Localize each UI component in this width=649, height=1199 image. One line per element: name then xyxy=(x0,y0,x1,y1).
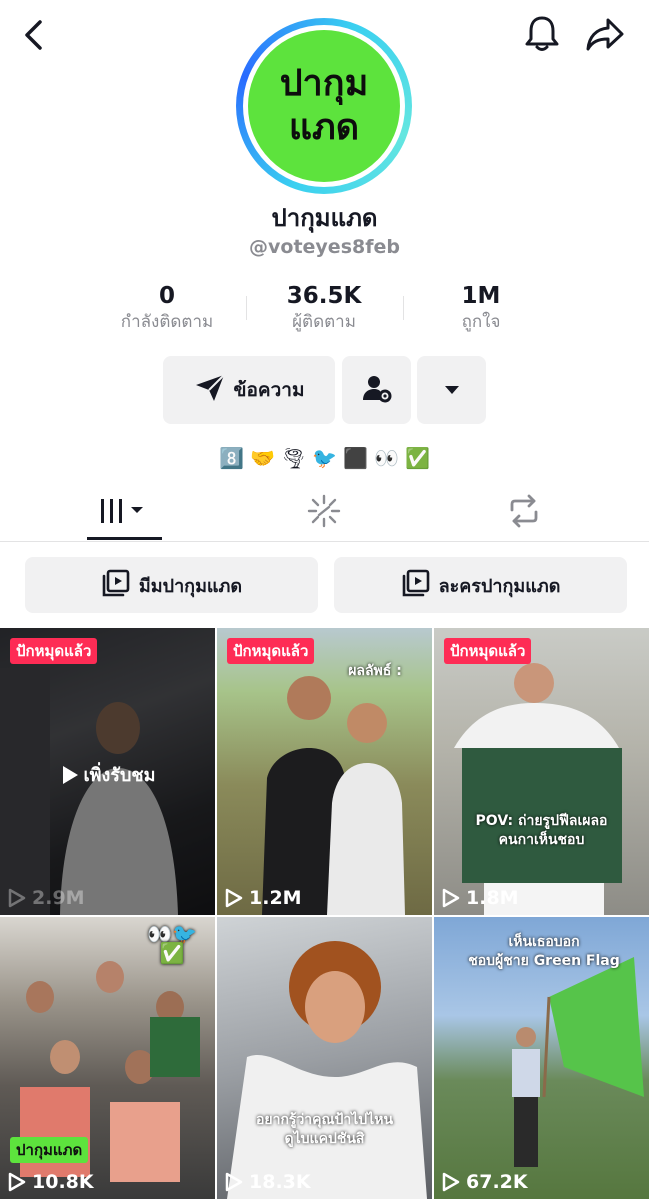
playlist-label: มีมปากุมแภด xyxy=(138,575,243,597)
video-grid: ปักหมุดแล้ว เพิ่งรับชม 2.9M ปักหมุดแล้ว … xyxy=(0,628,649,1199)
pinned-badge: ปักหมุดแล้ว xyxy=(10,638,98,664)
video-emoji-caption: 👀🐦✅ xyxy=(147,922,197,965)
more-options-button[interactable] xyxy=(417,356,486,424)
stats-row: 0 กำลังติดตาม 36.5K ผู้ติดตาม 1M ถูกใจ xyxy=(0,282,649,336)
tab-videos[interactable] xyxy=(16,484,232,542)
view-count-value: 67.2K xyxy=(466,1171,528,1193)
repost-icon xyxy=(506,494,542,532)
view-count-value: 2.9M xyxy=(32,887,85,909)
tab-repost[interactable] xyxy=(416,484,632,542)
bell-icon[interactable] xyxy=(522,14,562,54)
share-icon[interactable] xyxy=(584,14,626,54)
video-thumbnail[interactable]: เห็นเธอบอก ชอบผู้ชาย Green Flag 67.2K xyxy=(434,917,649,1199)
stat-likes-value: 1M xyxy=(461,283,501,309)
video-thumbnail[interactable]: ปักหมุดแล้ว ผลลัพธ์ : 1.2M xyxy=(217,628,432,915)
message-button-label: ข้อความ xyxy=(233,379,305,401)
play-icon xyxy=(8,1172,26,1192)
view-count-value: 1.8M xyxy=(466,887,519,909)
follow-settings-button[interactable] xyxy=(342,356,411,424)
chevron-left-icon[interactable] xyxy=(18,16,52,54)
video-caption: เห็นเธอบอก ชอบผู้ชาย Green Flag xyxy=(468,934,620,969)
display-name: ปากุมแภด xyxy=(271,204,378,232)
grid-bars-icon xyxy=(98,496,150,530)
just-watched-label: เพิ่งรับชม xyxy=(83,765,156,786)
bio-emoji: ✅ xyxy=(405,446,430,470)
playlist-label: ละครปากุมแภด xyxy=(438,575,561,597)
view-count: 1.2M xyxy=(225,887,302,909)
stat-following[interactable]: 0 กำลังติดตาม xyxy=(87,282,247,334)
message-button[interactable]: ข้อความ xyxy=(163,356,335,424)
stat-following-label: กำลังติดตาม xyxy=(120,312,214,332)
play-icon xyxy=(225,888,243,908)
stat-followers-label: ผู้ติดตาม xyxy=(292,312,356,332)
bio-emoji: 👀 xyxy=(374,446,399,470)
view-count: 2.9M xyxy=(8,887,85,909)
pinned-badge: ปักหมุดแล้ว xyxy=(227,638,315,664)
bio-emoji: 🤝 xyxy=(250,446,275,470)
bio-emoji: 8️⃣ xyxy=(219,446,244,470)
send-icon xyxy=(194,373,226,407)
avatar[interactable]: ปากุม แภด xyxy=(236,18,412,194)
stat-followers[interactable]: 36.5K ผู้ติดตาม xyxy=(244,282,404,334)
caret-down-icon xyxy=(443,381,461,400)
video-thumbnail[interactable]: 👀🐦✅ ปากุมแภด 10.8K xyxy=(0,917,215,1199)
bio-emoji: ⬛ xyxy=(343,446,368,470)
view-count-value: 18.3K xyxy=(249,1171,311,1193)
video-caption: อยากรู้ว่าคุณป้าไปไหน ดูไบแคปชันสิ xyxy=(255,1112,394,1147)
user-gear-icon xyxy=(361,372,393,408)
video-thumbnail[interactable]: อยากรู้ว่าคุณป้าไปไหน ดูไบแคปชันสิ 18.3K xyxy=(217,917,432,1199)
pinned-badge: ปักหมุดแล้ว xyxy=(444,638,532,664)
view-count: 67.2K xyxy=(442,1171,528,1193)
video-thumbnail[interactable]: ปักหมุดแล้ว POV: ถ่ายรูปฟีลเผลอ คนกาเห็น… xyxy=(434,628,649,915)
view-count-value: 1.2M xyxy=(249,887,302,909)
view-count-value: 10.8K xyxy=(32,1171,94,1193)
playlist-icon xyxy=(401,569,431,601)
view-count: 1.8M xyxy=(442,887,519,909)
stat-followers-value: 36.5K xyxy=(286,283,362,309)
playlist-button[interactable]: ละครปากุมแภด xyxy=(334,557,627,613)
content-tabs xyxy=(0,484,649,542)
play-icon xyxy=(8,888,26,908)
avatar-text: ปากุม แภด xyxy=(279,63,369,148)
view-count: 18.3K xyxy=(225,1171,311,1193)
bio-emoji: 🌪 xyxy=(280,446,307,470)
playlist-icon xyxy=(101,569,131,601)
stat-likes[interactable]: 1M ถูกใจ xyxy=(401,282,561,334)
green-badge: ปากุมแภด xyxy=(10,1137,89,1163)
video-thumbnail[interactable]: ปักหมุดแล้ว เพิ่งรับชม 2.9M xyxy=(0,628,215,915)
video-caption: POV: ถ่ายรูปฟีลเผลอ คนกาเห็นชอบ xyxy=(475,813,608,848)
username-handle: @voteyes8feb xyxy=(249,236,400,258)
play-icon xyxy=(225,1172,243,1192)
bio-emoji: 🐦 xyxy=(312,446,337,470)
stat-following-value: 0 xyxy=(158,283,175,309)
view-count: 10.8K xyxy=(8,1171,94,1193)
bio: 8️⃣ 🤝 🌪 🐦 ⬛ 👀 ✅ xyxy=(0,442,649,474)
tab-sparkle[interactable] xyxy=(216,484,432,542)
active-tab-indicator xyxy=(87,537,162,540)
playlist-button[interactable]: มีมปากุมแภด xyxy=(25,557,318,613)
play-icon xyxy=(442,888,460,908)
just-watched-indicator: เพิ่งรับชม xyxy=(0,760,215,789)
play-icon xyxy=(442,1172,460,1192)
video-caption: ผลลัพธ์ : xyxy=(348,663,402,679)
sparkle-icon xyxy=(306,493,342,533)
play-icon xyxy=(62,765,78,784)
stat-likes-label: ถูกใจ xyxy=(461,312,501,332)
